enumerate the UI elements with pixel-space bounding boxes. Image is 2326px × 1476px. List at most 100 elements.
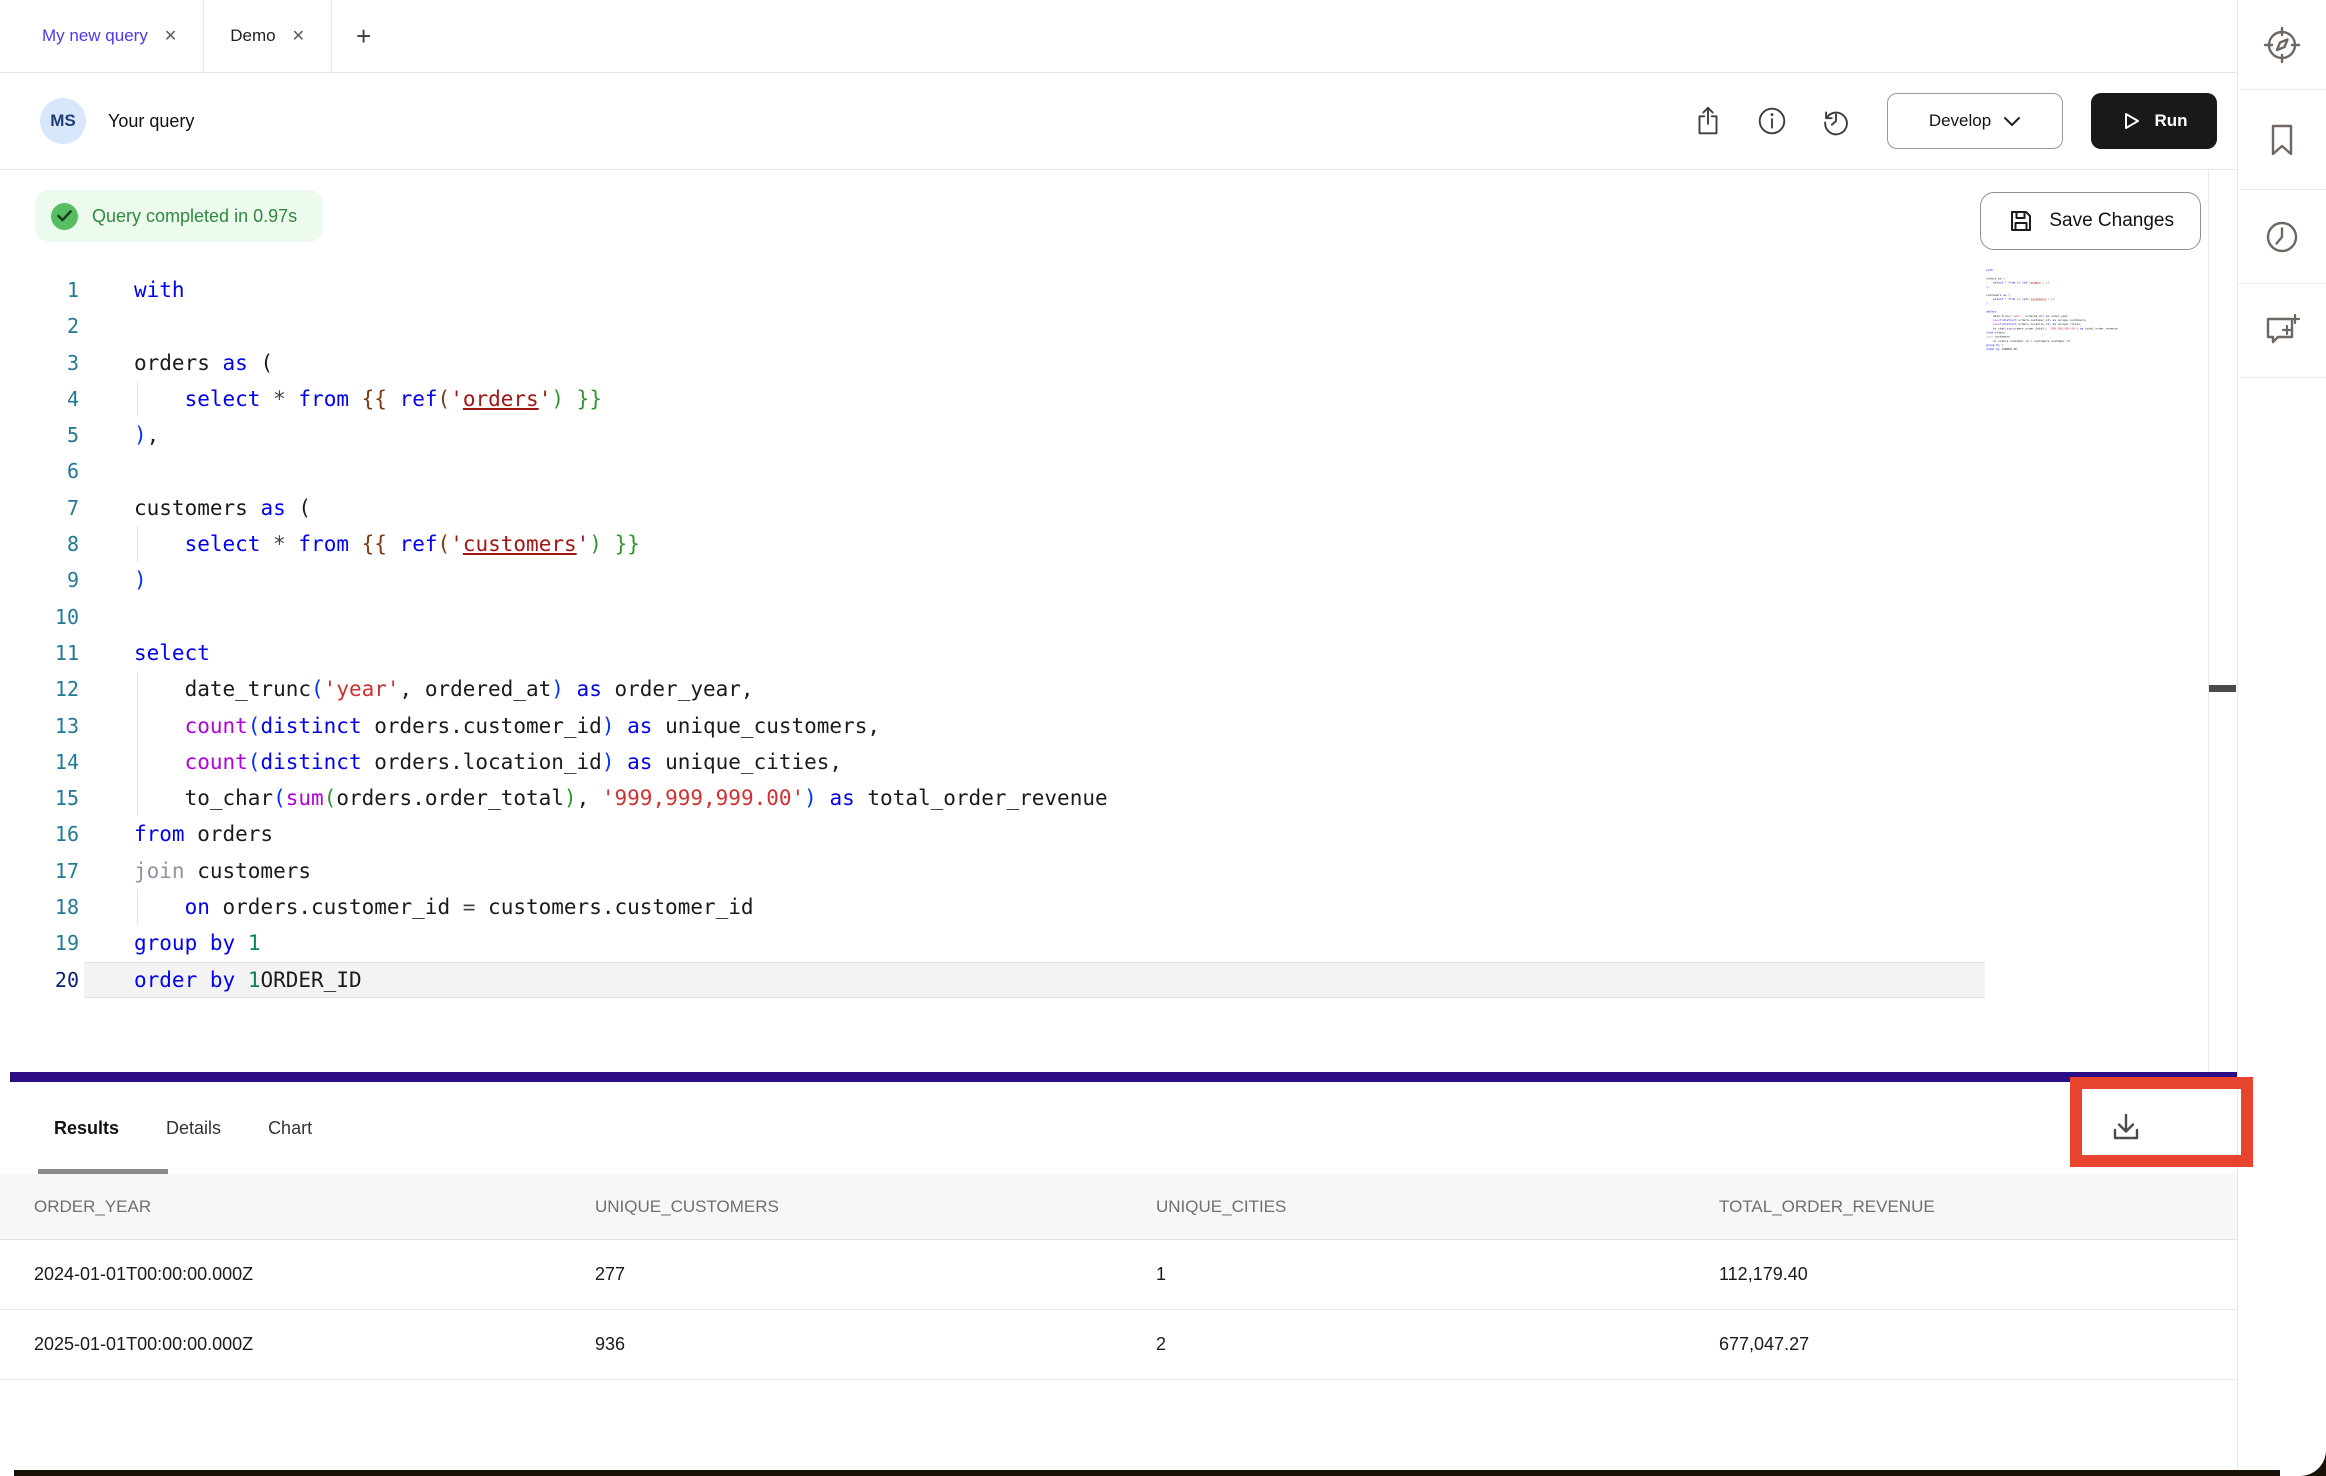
line-number: 18 bbox=[0, 889, 79, 925]
sql-editor[interactable]: Query completed in 0.97s Save Changes 1w… bbox=[0, 170, 2237, 1072]
line-number: 4 bbox=[0, 381, 79, 417]
code-line-text: orders as ( bbox=[79, 345, 2208, 381]
check-icon bbox=[51, 203, 78, 230]
code-line[interactable]: 9) bbox=[0, 562, 2208, 598]
line-number: 7 bbox=[0, 490, 79, 526]
tab-results[interactable]: Results bbox=[54, 1118, 119, 1139]
table-row[interactable]: 2024-01-01T00:00:00.000Z2771112,179.40 bbox=[0, 1240, 2237, 1310]
code-line[interactable]: 2 bbox=[0, 308, 2208, 344]
bookmark-icon[interactable] bbox=[2238, 90, 2326, 190]
code-line[interactable]: 14 count(distinct orders.location_id) as… bbox=[0, 744, 2208, 780]
code-line[interactable]: 18 on orders.customer_id = customers.cus… bbox=[0, 889, 2208, 925]
line-number: 9 bbox=[0, 562, 79, 598]
history-icon[interactable] bbox=[1819, 104, 1853, 138]
code-line[interactable]: 19group by 1 bbox=[0, 925, 2208, 961]
code-line-text: customers as ( bbox=[79, 490, 2208, 526]
panel-resize-handle[interactable] bbox=[10, 1072, 2237, 1082]
table-header-row: ORDER_YEARUNIQUE_CUSTOMERSUNIQUE_CITIEST… bbox=[0, 1174, 2237, 1240]
code-line[interactable]: 6 bbox=[0, 453, 2208, 489]
develop-dropdown[interactable]: Develop bbox=[1887, 93, 2063, 149]
column-header[interactable]: ORDER_YEAR bbox=[34, 1197, 595, 1217]
table-row[interactable]: 2025-01-01T00:00:00.000Z9362677,047.27 bbox=[0, 1310, 2237, 1380]
indent-guide bbox=[137, 780, 138, 816]
query-status-badge: Query completed in 0.97s bbox=[35, 190, 323, 242]
column-header[interactable]: TOTAL_ORDER_REVENUE bbox=[1719, 1197, 2237, 1217]
line-number: 1 bbox=[0, 272, 79, 308]
code-line[interactable]: 20order by 1ORDER_ID bbox=[0, 962, 2208, 998]
code-line[interactable]: 10 bbox=[0, 599, 2208, 635]
code-line[interactable]: 17join customers bbox=[0, 853, 2208, 889]
save-changes-button[interactable]: Save Changes bbox=[1980, 192, 2201, 250]
line-number: 3 bbox=[0, 345, 79, 381]
line-number: 11 bbox=[0, 635, 79, 671]
save-label: Save Changes bbox=[2049, 210, 2174, 232]
code-line-text: ) bbox=[79, 562, 2208, 598]
code-line[interactable]: 3orders as ( bbox=[0, 345, 2208, 381]
bottom-window-edge bbox=[14, 1470, 2326, 1476]
chat-sparkles-icon[interactable] bbox=[2238, 284, 2326, 378]
tab-my-new-query[interactable]: My new query ✕ bbox=[16, 0, 204, 72]
column-header[interactable]: UNIQUE_CUSTOMERS bbox=[595, 1197, 1156, 1217]
code-line-text bbox=[79, 453, 2208, 489]
download-icon bbox=[2108, 1109, 2144, 1145]
editor-right-border bbox=[2208, 170, 2209, 1072]
code-line-text: order by 1ORDER_ID bbox=[79, 962, 2208, 998]
line-number: 5 bbox=[0, 417, 79, 453]
indent-guide bbox=[137, 708, 138, 744]
line-number: 6 bbox=[0, 453, 79, 489]
main-panel: My new query ✕ Demo ✕ + MS Your query bbox=[0, 0, 2238, 1476]
code-line[interactable]: 15 to_char(sum(orders.order_total), '999… bbox=[0, 780, 2208, 816]
code-line-text: count(distinct orders.location_id) as un… bbox=[79, 744, 2208, 780]
code-line-text: ), bbox=[79, 417, 2208, 453]
new-tab-button[interactable]: + bbox=[332, 0, 395, 72]
clock-icon[interactable] bbox=[2238, 190, 2326, 284]
table-cell: 677,047.27 bbox=[1719, 1334, 2237, 1355]
indent-guide bbox=[137, 889, 138, 925]
close-icon[interactable]: ✕ bbox=[292, 26, 305, 46]
compass-icon[interactable] bbox=[2238, 0, 2326, 90]
indent-guide bbox=[137, 381, 138, 417]
code-line-text bbox=[79, 599, 2208, 635]
share-icon[interactable] bbox=[1691, 104, 1725, 138]
line-number: 13 bbox=[0, 708, 79, 744]
table-cell: 1 bbox=[1156, 1264, 1719, 1285]
code-line[interactable]: 12 date_trunc('year', ordered_at) as ord… bbox=[0, 671, 2208, 707]
app-window: My new query ✕ Demo ✕ + MS Your query bbox=[0, 0, 2326, 1476]
results-panel: Results Details Chart ORDER_YEARUNIQUE_C… bbox=[0, 1082, 2237, 1380]
column-header[interactable]: UNIQUE_CITIES bbox=[1156, 1197, 1719, 1217]
download-results-button[interactable] bbox=[2093, 1096, 2159, 1158]
develop-label: Develop bbox=[1929, 111, 1991, 131]
tab-label: My new query bbox=[42, 26, 148, 46]
code-line[interactable]: 8 select * from {{ ref('customers') }} bbox=[0, 526, 2208, 562]
code-line[interactable]: 16from orders bbox=[0, 816, 2208, 852]
code-line[interactable]: 5), bbox=[0, 417, 2208, 453]
code-line-text: to_char(sum(orders.order_total), '999,99… bbox=[79, 780, 2208, 816]
status-message: Query completed in 0.97s bbox=[92, 206, 297, 227]
line-number: 10 bbox=[0, 599, 79, 635]
close-icon[interactable]: ✕ bbox=[164, 26, 177, 46]
code-line[interactable]: 13 count(distinct orders.customer_id) as… bbox=[0, 708, 2208, 744]
play-icon bbox=[2120, 110, 2142, 132]
bottom-right-corner bbox=[2280, 1450, 2326, 1476]
code-line-text bbox=[79, 308, 2208, 344]
table-cell: 277 bbox=[595, 1264, 1156, 1285]
line-number: 8 bbox=[0, 526, 79, 562]
code-line-text: select * from {{ ref('customers') }} bbox=[79, 526, 2208, 562]
tab-details[interactable]: Details bbox=[166, 1118, 221, 1139]
line-number: 15 bbox=[0, 780, 79, 816]
tab-demo[interactable]: Demo ✕ bbox=[204, 0, 332, 72]
code-line[interactable]: 11select bbox=[0, 635, 2208, 671]
indent-guide bbox=[137, 526, 138, 562]
run-button[interactable]: Run bbox=[2091, 93, 2217, 149]
code-line[interactable]: 4 select * from {{ ref('orders') }} bbox=[0, 381, 2208, 417]
code-line-text: date_trunc('year', ordered_at) as order_… bbox=[79, 671, 2208, 707]
code-line-text: with bbox=[79, 272, 2208, 308]
tab-chart[interactable]: Chart bbox=[268, 1118, 312, 1139]
code-line[interactable]: 7customers as ( bbox=[0, 490, 2208, 526]
code-line-text: count(distinct orders.customer_id) as un… bbox=[79, 708, 2208, 744]
editor-scrollbar-thumb[interactable] bbox=[2209, 685, 2236, 692]
code-area[interactable]: 1with23orders as (4 select * from {{ ref… bbox=[0, 272, 2208, 998]
info-icon[interactable] bbox=[1755, 104, 1789, 138]
code-line[interactable]: 1with bbox=[0, 272, 2208, 308]
line-number: 14 bbox=[0, 744, 79, 780]
